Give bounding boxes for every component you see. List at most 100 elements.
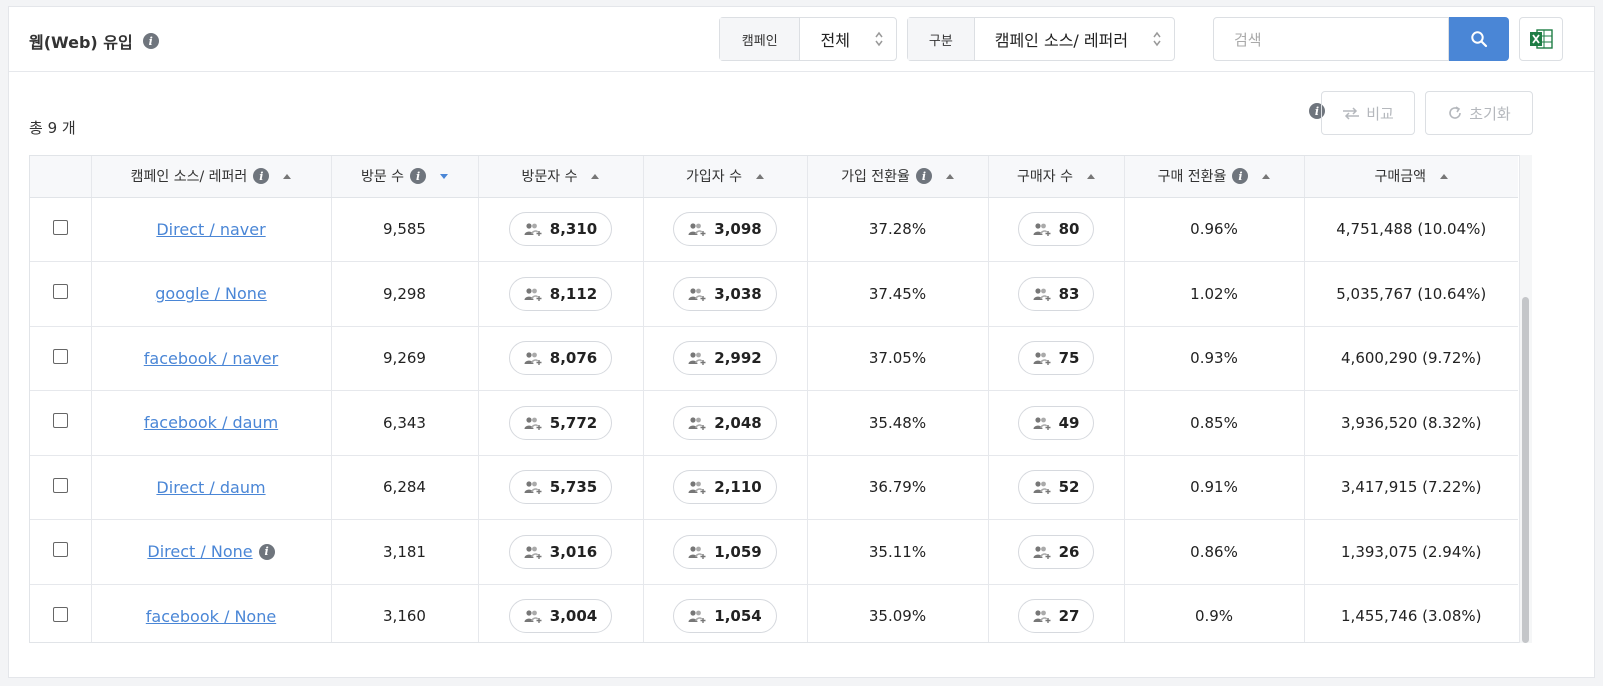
info-icon[interactable]: i [142,33,159,49]
visitors-pill[interactable]: 3,004 [508,599,613,634]
buyers-pill[interactable]: 75 [1017,341,1095,376]
reset-button[interactable]: 초기화 [1425,91,1533,135]
user-add-icon [1033,481,1051,495]
column-header-buy-rate[interactable]: 구매 전환율 i [1124,156,1305,198]
buyers-pill[interactable]: 80 [1017,212,1095,247]
visitors-pill[interactable]: 8,076 [508,341,613,376]
info-icon[interactable]: i [1232,168,1249,185]
sort-asc-icon[interactable] [283,173,292,179]
search-input[interactable]: 검색 [1213,17,1449,61]
amount-cell: 4,751,488 (10.04%) [1304,197,1518,262]
sort-asc-icon[interactable] [1262,173,1271,179]
signups-cell: 1,054 [643,584,808,642]
signups-cell: 2,110 [643,455,808,520]
buyers-pill[interactable]: 83 [1017,276,1095,311]
signups-value: 1,054 [714,607,762,626]
compare-button[interactable]: 비교 [1321,91,1415,135]
source-link[interactable]: Direct / naver [156,220,265,239]
user-add-icon [1033,417,1051,430]
division-select-value[interactable]: 캠페인 소스/ 레퍼러 [975,18,1174,60]
source-link[interactable]: facebook / None [146,607,276,626]
signups-pill[interactable]: 2,048 [673,405,777,440]
sort-asc-icon[interactable] [1440,173,1449,179]
user-add-icon [524,417,542,430]
buyers-pill[interactable]: 26 [1017,534,1095,569]
source-link[interactable]: facebook / daum [144,413,278,432]
visitors-value: 8,310 [549,220,598,239]
signups-pill[interactable]: 1,054 [673,599,777,634]
row-checkbox[interactable] [52,606,68,622]
source-link[interactable]: Direct / daum [156,478,265,497]
buy-rate-cell: 0.85% [1124,390,1305,456]
campaign-select-label: 캠페인 [720,18,801,60]
signups-pill[interactable]: 3,038 [673,276,777,311]
signups-pill[interactable]: 2,992 [673,341,777,376]
column-header-signups[interactable]: 가입자 수 [643,156,808,198]
buyers-cell: 80 [988,197,1125,262]
user-add-icon [688,417,706,430]
row-select-cell [30,390,92,456]
source-link[interactable]: facebook / naver [144,349,278,368]
table-row: Direct / naveri 9,585 8,310 3,098 37.28%… [30,197,1518,262]
visitors-cell: 5,735 [478,455,644,520]
source-link[interactable]: google / None [155,284,266,303]
row-checkbox[interactable] [52,348,68,364]
visits-cell: 9,269 [331,326,479,391]
buyers-cell: 75 [988,326,1125,391]
visitors-pill[interactable]: 3,016 [508,534,613,569]
info-icon[interactable]: i [410,168,427,185]
info-icon[interactable]: i [258,543,275,560]
buyers-pill[interactable]: 49 [1017,405,1095,440]
row-checkbox[interactable] [52,542,68,558]
source-link[interactable]: Direct / None [147,542,252,561]
visitors-value: 8,076 [549,349,598,368]
sort-asc-icon[interactable] [1086,173,1095,179]
campaign-select[interactable]: 캠페인 전체 [719,17,897,61]
row-checkbox[interactable] [52,477,68,493]
visitors-cell: 3,004 [478,584,644,642]
division-select[interactable]: 구분 캠페인 소스/ 레퍼러 [907,17,1175,61]
sort-desc-icon[interactable] [440,173,449,179]
column-header-visitors[interactable]: 방문자 수 [478,156,644,198]
visitors-pill[interactable]: 8,310 [508,212,613,247]
signups-value: 1,059 [714,542,762,561]
info-icon[interactable]: i [253,168,270,185]
info-icon[interactable]: i [915,168,932,185]
user-add-icon [1033,546,1051,559]
buyers-cell: 49 [988,390,1125,456]
column-header-signup-rate[interactable]: 가입 전환율 i [807,156,989,198]
visitors-pill[interactable]: 5,735 [508,470,613,505]
scrollbar-thumb[interactable] [1522,297,1529,643]
user-add-icon [688,481,706,495]
visitors-pill[interactable]: 8,112 [508,276,613,311]
row-checkbox[interactable] [52,284,68,300]
column-header-source[interactable]: 캠페인 소스/ 레퍼러 i [91,156,332,198]
buyers-pill[interactable]: 27 [1017,599,1095,634]
column-header-buyers[interactable]: 구매자 수 [988,156,1125,198]
buyers-value: 83 [1058,284,1080,303]
row-select-cell [30,584,92,642]
column-header-amount[interactable]: 구매금액 [1304,156,1518,198]
buyers-value: 26 [1058,542,1080,561]
table-row: facebook / daumi 6,343 5,772 2,048 35.48… [30,390,1518,456]
visitors-pill[interactable]: 5,772 [508,405,613,440]
signups-pill[interactable]: 2,110 [673,470,777,505]
signups-pill[interactable]: 3,098 [673,212,777,247]
campaign-select-value[interactable]: 전체 [800,18,896,60]
division-select-value-text: 캠페인 소스/ 레퍼러 [994,31,1129,50]
visitors-cell: 3,016 [478,519,644,585]
table-row: google / Nonei 9,298 8,112 3,038 37.45% … [30,261,1518,327]
signups-pill[interactable]: 1,059 [673,534,777,569]
row-checkbox[interactable] [52,219,68,235]
excel-download-button[interactable] [1519,17,1563,61]
sort-asc-icon[interactable] [591,173,600,179]
column-header-visits[interactable]: 방문 수 i [331,156,479,198]
buyers-pill[interactable]: 52 [1017,470,1095,505]
user-add-icon [524,288,542,301]
sort-asc-icon[interactable] [945,173,954,179]
buy-rate-cell: 1.02% [1124,261,1305,327]
search-button[interactable] [1449,17,1509,61]
row-checkbox[interactable] [52,413,68,429]
buyers-value: 49 [1058,413,1080,432]
sort-asc-icon[interactable] [755,173,764,179]
